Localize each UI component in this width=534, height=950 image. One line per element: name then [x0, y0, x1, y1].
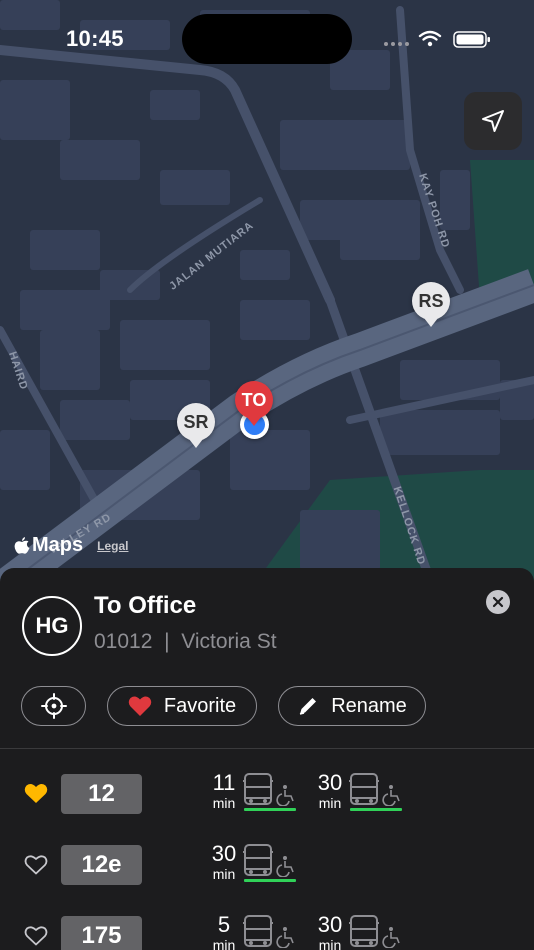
arrival-estimate: 30 min: [317, 912, 417, 950]
service-row[interactable]: 12e 30 min: [0, 841, 534, 905]
wifi-icon: [418, 30, 442, 41]
maps-wordmark: Maps: [32, 534, 84, 556]
location-arrow-icon: [482, 110, 504, 132]
arrival-estimate: 30 min: [211, 841, 311, 891]
service-number-badge: 12e: [61, 845, 142, 885]
status-time: 10:45: [66, 26, 124, 51]
load-indicator: [244, 879, 296, 882]
arrival-estimate: 11 min: [211, 770, 311, 820]
map-canvas: [0, 0, 534, 590]
arrival-minutes: 11: [212, 770, 236, 795]
arrival-unit: min: [212, 866, 236, 882]
service-row[interactable]: 12 11 min 30 min: [0, 770, 534, 834]
center-on-stop-button[interactable]: [21, 686, 86, 726]
status-bar: 10:45: [0, 0, 534, 80]
apple-logo-icon: [14, 537, 30, 554]
service-number-badge: 175: [61, 916, 142, 950]
pin-label: SR: [177, 403, 215, 441]
favorite-label: Favorite: [163, 694, 237, 717]
arrival-minutes: 30: [317, 912, 343, 937]
map-view[interactable]: JALAN MUTIARA KAY POH RD VALLEY RD KELLO…: [0, 0, 534, 590]
favorite-heart-filled-icon[interactable]: [24, 782, 48, 806]
rename-button[interactable]: Rename: [278, 686, 426, 726]
arrival-unit: min: [318, 795, 342, 811]
pencil-icon: [300, 698, 317, 715]
battery-icon: [453, 31, 490, 48]
stop-road: Victoria St: [181, 630, 277, 653]
stop-title: To Office: [94, 592, 197, 619]
rename-label: Rename: [331, 694, 407, 717]
section-divider: [0, 748, 534, 749]
maps-attribution: Maps Legal: [14, 534, 128, 557]
heart-filled-icon: [128, 696, 152, 716]
service-row[interactable]: 175 5 min 30 min: [0, 912, 534, 950]
stop-subtitle: 01012 | Victoria St: [94, 630, 277, 654]
arrival-unit: min: [318, 937, 342, 950]
favorite-heart-outline-icon[interactable]: [24, 924, 48, 948]
close-button[interactable]: [486, 590, 510, 614]
crosshair-icon: [40, 693, 67, 719]
close-icon: [492, 596, 504, 608]
stop-code: 01012: [94, 630, 153, 653]
bus-icon: [349, 773, 400, 806]
stop-detail-sheet: HG To Office 01012 | Victoria St Favorit…: [0, 568, 534, 950]
action-bar: Favorite Rename: [21, 686, 521, 726]
arrival-minutes: 30: [211, 841, 237, 866]
subtitle-separator: |: [164, 630, 170, 653]
signal-icon: [384, 42, 409, 46]
arrival-minutes: 5: [217, 912, 231, 937]
bus-icon: [243, 844, 294, 877]
arrival-unit: min: [212, 795, 236, 811]
load-indicator: [244, 808, 296, 811]
bus-stop-pin-sr[interactable]: SR: [177, 403, 215, 448]
load-indicator: [350, 808, 402, 811]
dynamic-island: [182, 14, 352, 64]
legal-link[interactable]: Legal: [97, 539, 128, 553]
arrival-minutes: 30: [317, 770, 343, 795]
pin-label: RS: [412, 282, 450, 320]
arrival-unit: min: [212, 937, 236, 950]
bus-icon: [349, 915, 400, 948]
service-number-badge: 12: [61, 774, 142, 814]
locate-me-button[interactable]: [464, 92, 522, 150]
pin-label: TO: [235, 381, 273, 419]
bus-icon: [243, 915, 294, 948]
bus-stop-pin-rs[interactable]: RS: [412, 282, 450, 327]
stop-avatar: HG: [22, 596, 82, 656]
favorite-button[interactable]: Favorite: [107, 686, 257, 726]
favorite-heart-outline-icon[interactable]: [24, 853, 48, 877]
arrival-estimate: 30 min: [317, 770, 417, 820]
status-icons: [384, 30, 490, 48]
bus-stop-pin-selected[interactable]: TO: [235, 381, 273, 426]
arrival-estimate: 5 min: [211, 912, 311, 950]
bus-icon: [243, 773, 294, 806]
